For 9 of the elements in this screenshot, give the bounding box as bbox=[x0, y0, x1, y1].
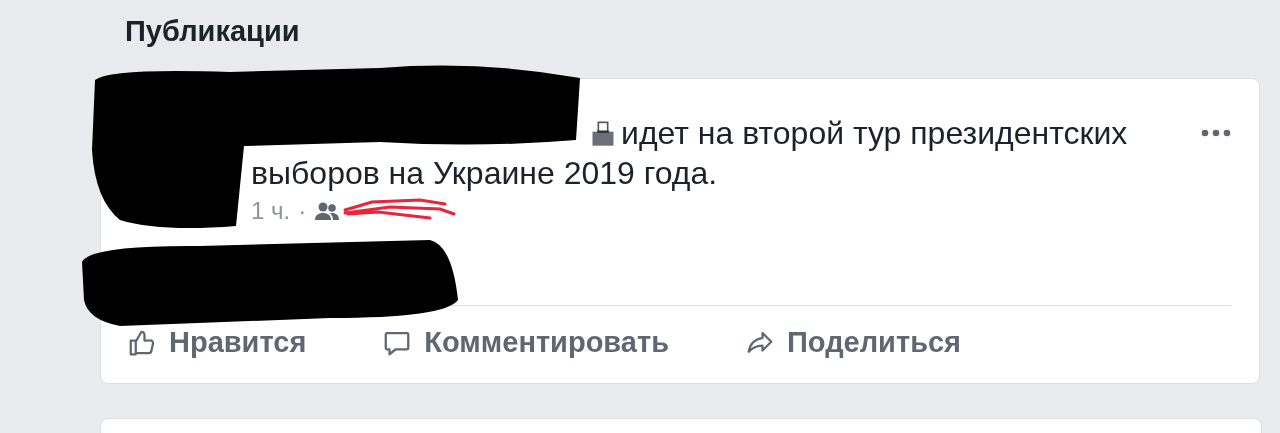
people-icon bbox=[314, 201, 341, 221]
more-options-icon[interactable] bbox=[1201, 129, 1231, 137]
like-button[interactable]: Нравится bbox=[127, 326, 307, 359]
separator-dot: · bbox=[298, 197, 307, 225]
comment-button[interactable]: Комментировать bbox=[382, 326, 669, 359]
section-title: Публикации bbox=[125, 14, 301, 48]
share-button[interactable]: Поделиться bbox=[744, 326, 961, 359]
post-time[interactable]: 1 ч. bbox=[251, 197, 291, 225]
post-text: идет на второй тур президентских выборов на Украине 2019 года. bbox=[251, 114, 1129, 193]
